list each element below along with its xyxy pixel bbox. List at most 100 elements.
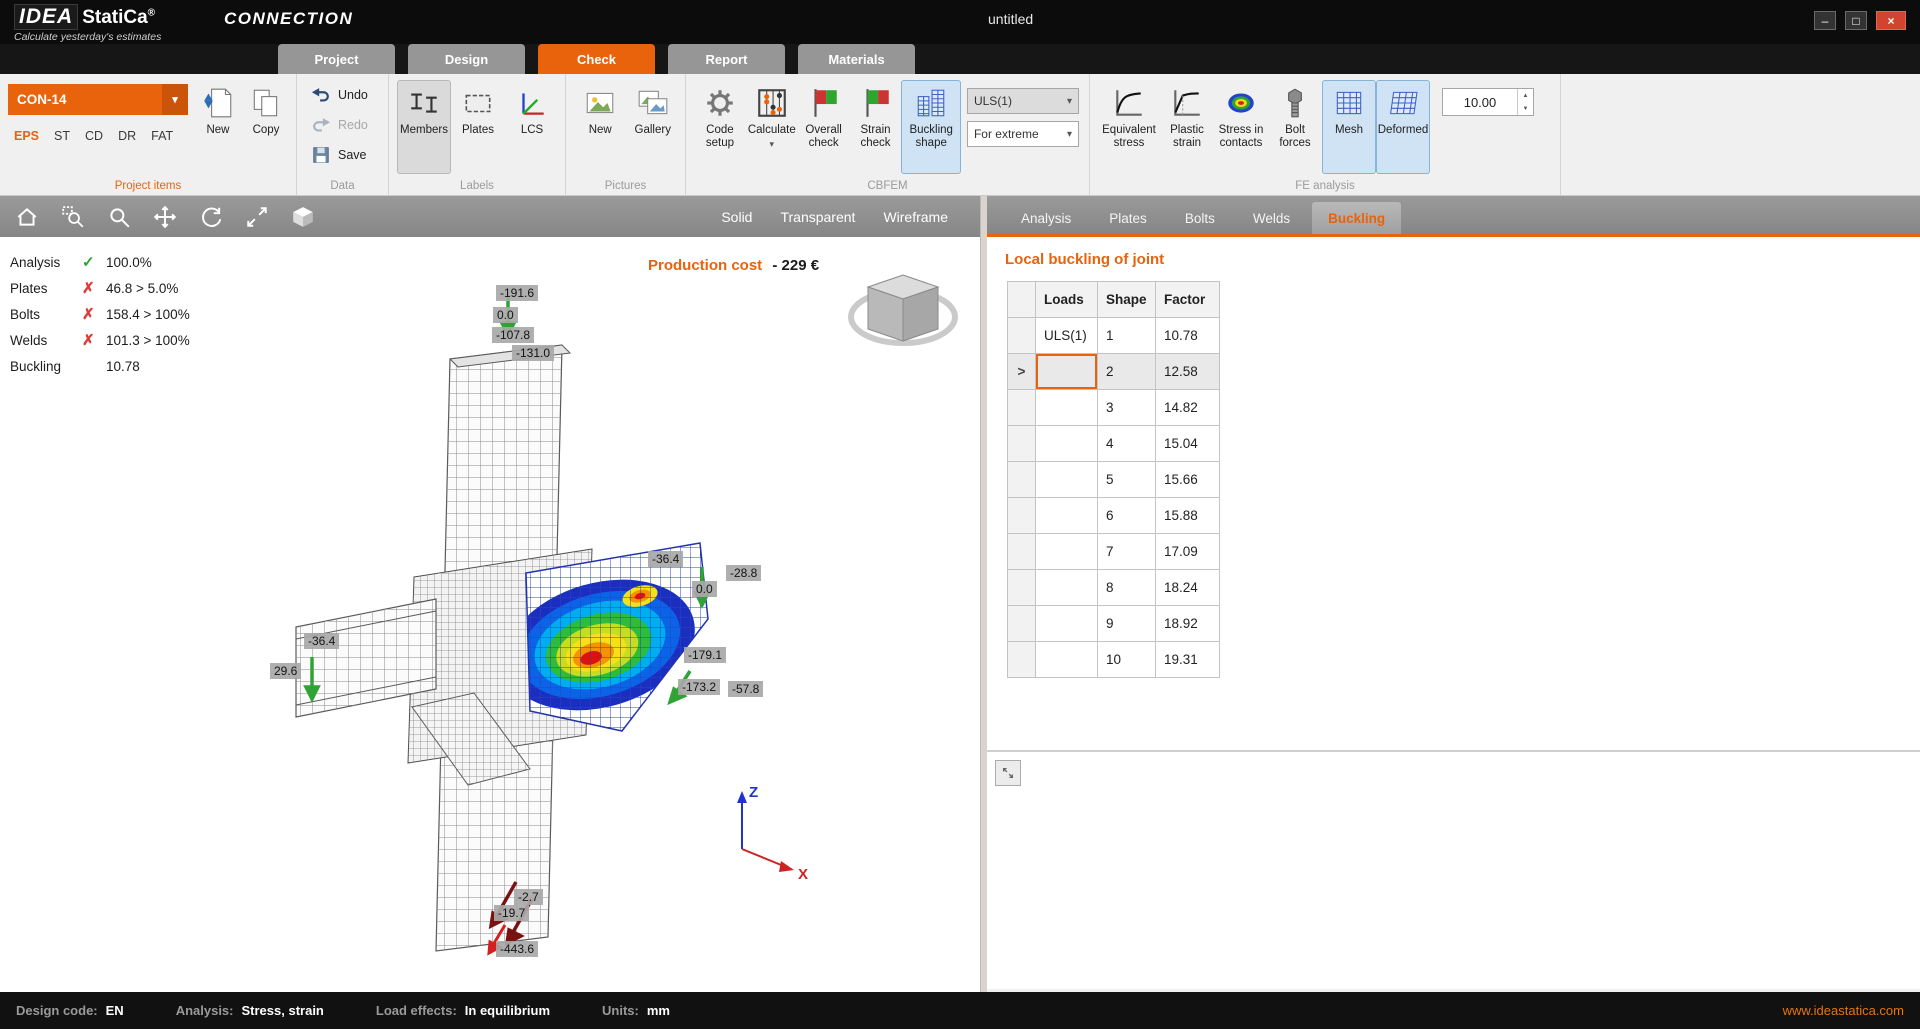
plastic-strain-button[interactable]: Plastic strain xyxy=(1160,80,1214,174)
tab-welds[interactable]: Welds xyxy=(1237,202,1306,234)
design-code-value: EN xyxy=(106,1003,124,1018)
deformed-scale-stepper[interactable]: 10.00 ▲ ▼ xyxy=(1442,88,1534,116)
deformed-toggle[interactable]: Deformed xyxy=(1376,80,1430,174)
plates-labels-toggle[interactable]: Plates xyxy=(451,80,505,174)
panel-splitter[interactable] xyxy=(980,196,987,992)
chevron-down-icon[interactable]: ▾ xyxy=(770,138,775,151)
results-tabbar: Analysis Plates Bolts Welds Buckling xyxy=(987,196,1920,237)
mode-st[interactable]: ST xyxy=(54,129,70,143)
table-row-selected[interactable]: > 2 12.58 xyxy=(1008,354,1220,390)
stress-in-contacts-button[interactable]: Stress in contacts xyxy=(1214,80,1268,174)
table-row[interactable]: ULS(1) 1 10.78 xyxy=(1008,318,1220,354)
tab-check[interactable]: Check xyxy=(538,44,655,74)
save-button[interactable]: Save xyxy=(311,143,367,167)
view-mode-switch: Solid Transparent Wireframe xyxy=(721,209,966,225)
zoom-window-button[interactable] xyxy=(60,204,86,230)
table-row[interactable]: 5 15.66 xyxy=(1008,462,1220,498)
connection-selector-value: CON-14 xyxy=(17,92,67,107)
strain-check-button[interactable]: Strain check xyxy=(850,80,902,174)
table-row[interactable]: 6 15.88 xyxy=(1008,498,1220,534)
view-mode-solid[interactable]: Solid xyxy=(721,209,752,225)
copy-project-item-button[interactable]: Copy xyxy=(242,80,290,174)
tab-bolts[interactable]: Bolts xyxy=(1169,202,1231,234)
ribbon-group-data: Undo Redo Save Data xyxy=(297,74,389,195)
ribbon-group-cbfem: Code setup Calculate ▾ xyxy=(686,74,1090,195)
mesh-toggle[interactable]: Mesh xyxy=(1322,80,1376,174)
new-picture-button[interactable]: New xyxy=(574,80,627,174)
table-row[interactable]: 9 18.92 xyxy=(1008,606,1220,642)
website-link[interactable]: www.ideastatica.com xyxy=(1783,1003,1904,1018)
rotate-view-button[interactable] xyxy=(198,204,224,230)
table-row[interactable]: 7 17.09 xyxy=(1008,534,1220,570)
pan-button[interactable] xyxy=(152,204,178,230)
app-name: CONNECTION xyxy=(224,9,353,29)
maximize-button[interactable]: □ xyxy=(1845,11,1867,30)
chevron-down-icon[interactable]: ▾ xyxy=(162,84,188,115)
spin-down-icon[interactable]: ▼ xyxy=(1518,102,1533,115)
tab-report[interactable]: Report xyxy=(668,44,785,74)
mode-fat[interactable]: FAT xyxy=(151,129,173,143)
view-cube-button[interactable] xyxy=(290,204,316,230)
mode-eps[interactable]: EPS xyxy=(14,129,39,143)
tab-materials[interactable]: Materials xyxy=(798,44,915,74)
spin-up-icon[interactable]: ▲ xyxy=(1518,89,1533,102)
new-project-item-button[interactable]: New xyxy=(194,80,242,174)
new-picture-icon xyxy=(582,86,618,120)
gallery-button[interactable]: Gallery xyxy=(627,80,680,174)
viewport-3d: Solid Transparent Wireframe xyxy=(0,196,980,992)
mode-cd[interactable]: CD xyxy=(85,129,103,143)
mode-dr[interactable]: DR xyxy=(118,129,136,143)
tab-analysis[interactable]: Analysis xyxy=(1005,202,1087,234)
extreme-select[interactable]: For extreme ▾ xyxy=(967,121,1079,147)
table-row[interactable]: 8 18.24 xyxy=(1008,570,1220,606)
titlebar: IDEA StatiCa® Calculate yesterday's esti… xyxy=(0,0,1920,44)
ribbon-group-labels: Members Plates LCS Labels xyxy=(389,74,566,195)
equivalent-stress-button[interactable]: Equivalent stress xyxy=(1098,80,1160,174)
home-view-button[interactable] xyxy=(14,204,40,230)
navigation-cube[interactable] xyxy=(851,275,955,343)
axes-triad: Z X xyxy=(737,784,808,883)
load-label: -36.4 xyxy=(304,633,339,649)
overall-check-button[interactable]: Overall check xyxy=(798,80,850,174)
load-label: -107.8 xyxy=(492,327,534,343)
load-label: -179.1 xyxy=(684,647,726,663)
view-mode-transparent[interactable]: Transparent xyxy=(780,209,855,225)
redo-icon xyxy=(311,115,331,135)
calculate-button[interactable]: Calculate ▾ xyxy=(746,80,798,174)
minimize-button[interactable]: – xyxy=(1814,11,1836,30)
members-labels-toggle[interactable]: Members xyxy=(397,80,451,174)
gear-icon xyxy=(702,86,738,120)
ribbon-group-pictures: New Gallery Pictures xyxy=(566,74,686,195)
tab-plates[interactable]: Plates xyxy=(1093,202,1163,234)
tab-buckling[interactable]: Buckling xyxy=(1312,202,1401,234)
table-row[interactable]: 3 14.82 xyxy=(1008,390,1220,426)
tab-design[interactable]: Design xyxy=(408,44,525,74)
ribbon-group-project-items: CON-14 ▾ EPS ST CD DR FAT New xyxy=(0,74,297,195)
load-case-select[interactable]: ULS(1) ▾ xyxy=(967,88,1079,114)
redo-button[interactable]: Redo xyxy=(311,113,368,137)
load-label: 29.6 xyxy=(270,663,301,679)
table-row[interactable]: 4 15.04 xyxy=(1008,426,1220,462)
table-row[interactable]: 10 19.31 xyxy=(1008,642,1220,678)
ribbon-spacer xyxy=(1561,74,1920,195)
fit-view-button[interactable] xyxy=(244,204,270,230)
zoom-button[interactable] xyxy=(106,204,132,230)
code-setup-button[interactable]: Code setup xyxy=(694,80,746,174)
bolt-forces-button[interactable]: Bolt forces xyxy=(1268,80,1322,174)
units-label: Units: xyxy=(602,1003,639,1018)
load-label: -173.2 xyxy=(678,679,720,695)
buckling-shape-toggle[interactable]: Buckling shape xyxy=(901,80,961,174)
undo-button[interactable]: Undo xyxy=(311,83,368,107)
results-panel: Analysis Plates Bolts Welds Buckling Loc… xyxy=(987,196,1920,992)
connection-selector[interactable]: CON-14 ▾ xyxy=(8,84,188,115)
load-label: -443.6 xyxy=(496,941,538,957)
deformed-scale-value: 10.00 xyxy=(1443,95,1517,110)
search-icon xyxy=(107,205,131,229)
expand-pane-button[interactable] xyxy=(995,760,1021,786)
panel-divider[interactable] xyxy=(987,750,1920,752)
lcs-toggle[interactable]: LCS xyxy=(505,80,559,174)
model-canvas[interactable]: Z X Analysis ✓ 100.0% Plates ✗ xyxy=(0,237,980,992)
tab-project[interactable]: Project xyxy=(278,44,395,74)
close-button[interactable]: × xyxy=(1876,11,1906,30)
view-mode-wireframe[interactable]: Wireframe xyxy=(883,209,948,225)
